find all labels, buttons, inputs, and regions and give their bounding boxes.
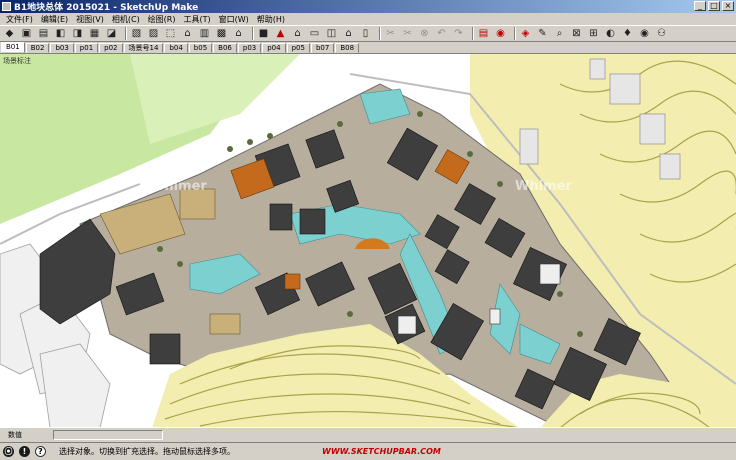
window-title: B1地块总体 2015021 - SketchUp Make <box>14 3 199 13</box>
menu-bar: 文件(F) 编辑(E) 视图(V) 相机(C) 绘图(R) 工具(T) 窗口(W… <box>0 13 736 25</box>
menu-tools[interactable]: 工具(T) <box>180 14 215 25</box>
back-view-icon[interactable]: ⌂ <box>342 27 355 40</box>
shaded-icon[interactable]: ▥ <box>198 27 211 40</box>
right-view-icon[interactable]: ◫ <box>325 27 338 40</box>
help-icon[interactable]: ? <box>35 446 46 457</box>
section-plane-icon[interactable]: ◈ <box>519 27 532 40</box>
menu-view[interactable]: 视图(V) <box>72 14 108 25</box>
menu-draw[interactable]: 绘图(R) <box>144 14 180 25</box>
minimize-button[interactable]: _ <box>694 1 706 11</box>
save-icon[interactable]: ▤ <box>37 27 50 40</box>
previous-view-icon[interactable]: ◐ <box>604 27 617 40</box>
walk-icon[interactable]: ⚇ <box>655 27 668 40</box>
scene-tab[interactable]: p05 <box>286 43 310 53</box>
scene-tab[interactable]: 场景号14 <box>123 43 164 53</box>
component-icon[interactable]: ■ <box>257 27 270 40</box>
undo-icon[interactable]: ↶ <box>435 27 448 40</box>
scene-tab[interactable]: B08 <box>335 43 360 53</box>
left-view-icon[interactable]: ▯ <box>359 27 372 40</box>
paint-icon[interactable]: ✎ <box>536 27 549 40</box>
watermark-left: Whimer <box>150 179 207 194</box>
erase-icon[interactable]: ◪ <box>105 27 118 40</box>
model-info-icon[interactable]: ◉ <box>494 27 507 40</box>
offset-icon[interactable]: ✂ <box>401 27 414 40</box>
sketchup-window: B1地块总体 2015021 - SketchUp Make _ □ × 文件(… <box>0 0 736 460</box>
wireframe-icon[interactable]: ⬚ <box>164 27 177 40</box>
toolbar-separator <box>379 27 381 40</box>
scene-tab[interactable]: B02 <box>25 43 50 53</box>
geo-location-icon[interactable]: ⦿ <box>3 446 14 457</box>
follow-me-icon[interactable]: ✂ <box>384 27 397 40</box>
monochrome-icon[interactable]: ⌂ <box>232 27 245 40</box>
menu-edit[interactable]: 编辑(E) <box>37 14 72 25</box>
menu-file[interactable]: 文件(F) <box>2 14 37 25</box>
site-brand: WWW.SKETCHUPBAR.COM <box>322 447 441 456</box>
open-folder-icon[interactable]: ▲ <box>274 27 287 40</box>
cut-icon[interactable]: ◧ <box>54 27 67 40</box>
watermark-right: Whimer <box>515 179 572 194</box>
measurements-input[interactable] <box>53 430 163 440</box>
model-viewport[interactable]: 场景标注 Whimer Whimer <box>0 53 736 427</box>
toolbar-separator <box>252 27 254 40</box>
zoom-extents-icon[interactable]: ⊞ <box>587 27 600 40</box>
toolbar-separator <box>514 27 516 40</box>
scene-tab[interactable]: b05 <box>188 43 213 53</box>
paste-icon[interactable]: ▦ <box>88 27 101 40</box>
close-button[interactable]: × <box>722 1 734 11</box>
toolbar-separator <box>125 27 127 40</box>
menu-camera[interactable]: 相机(C) <box>108 14 144 25</box>
zoom-window-icon[interactable]: ⊠ <box>570 27 583 40</box>
scene-tab[interactable]: p03 <box>237 43 262 53</box>
measurements-label: 数值 <box>8 431 22 439</box>
redo-icon[interactable]: ↷ <box>452 27 465 40</box>
scene-tab[interactable]: b04 <box>164 43 188 53</box>
scene-tab[interactable]: p01 <box>74 43 99 53</box>
scene-tabs: B01 B02 b03 p01 p02 场景号14 b04 b05 B06 p03 p04 p05 b0… <box>0 42 736 53</box>
maximize-button[interactable]: □ <box>708 1 720 11</box>
title-bar[interactable]: B1地块总体 2015021 - SketchUp Make _ □ × <box>0 0 736 13</box>
back-edges-icon[interactable]: ▨ <box>147 27 160 40</box>
textured-icon[interactable]: ▩ <box>215 27 228 40</box>
main-toolbar: ◆ ▣ ▤ ◧ ◨ ▦ ◪ ▧ ▨ ⬚ ⌂ ▥ ▩ ⌂ ■ ▲ ⌂ ▭ ◫ ⌂ ▯ ✂ ✂ ⊗ ↶ ↷ ▤ ◉ ◈ ✎ ⌕ ⊠ ⊞ ◐ ♦ ◉ ⚇ <box>0 25 736 42</box>
measurements-bar: 数值 <box>0 427 736 442</box>
home-icon[interactable]: ⌂ <box>291 27 304 40</box>
copy-icon[interactable]: ◨ <box>71 27 84 40</box>
front-view-icon[interactable]: ▭ <box>308 27 321 40</box>
look-around-icon[interactable]: ◉ <box>638 27 651 40</box>
menu-window[interactable]: 窗口(W) <box>215 14 253 25</box>
xray-icon[interactable]: ▧ <box>130 27 143 40</box>
toolbar-separator <box>472 27 474 40</box>
position-camera-icon[interactable]: ♦ <box>621 27 634 40</box>
print-icon[interactable]: ▤ <box>477 27 490 40</box>
menu-help[interactable]: 帮助(H) <box>253 14 289 25</box>
credits-icon[interactable]: ! <box>19 446 30 457</box>
scene-tab[interactable]: b03 <box>50 43 74 53</box>
site-plan-drawing <box>0 54 736 427</box>
scene-tab[interactable]: b07 <box>310 43 335 53</box>
app-icon <box>2 2 11 11</box>
open-icon[interactable]: ▣ <box>20 27 33 40</box>
scene-tab[interactable]: p04 <box>262 43 286 53</box>
scene-tab[interactable]: p02 <box>99 43 123 53</box>
status-text: 选择对象。切换到扩充选择。拖动鼠标选择多项。 <box>59 447 235 456</box>
zoom-icon[interactable]: ⌕ <box>553 27 566 40</box>
status-bar: ⦿ ! ? 选择对象。切换到扩充选择。拖动鼠标选择多项。 WWW.SKETCHU… <box>0 442 736 460</box>
erase-gray-icon[interactable]: ⊗ <box>418 27 431 40</box>
new-icon[interactable]: ◆ <box>3 27 16 40</box>
scene-tab[interactable]: B01 <box>1 42 25 53</box>
hidden-line-icon[interactable]: ⌂ <box>181 27 194 40</box>
scene-label: 场景标注 <box>3 57 31 65</box>
scene-tab[interactable]: B06 <box>213 43 237 53</box>
